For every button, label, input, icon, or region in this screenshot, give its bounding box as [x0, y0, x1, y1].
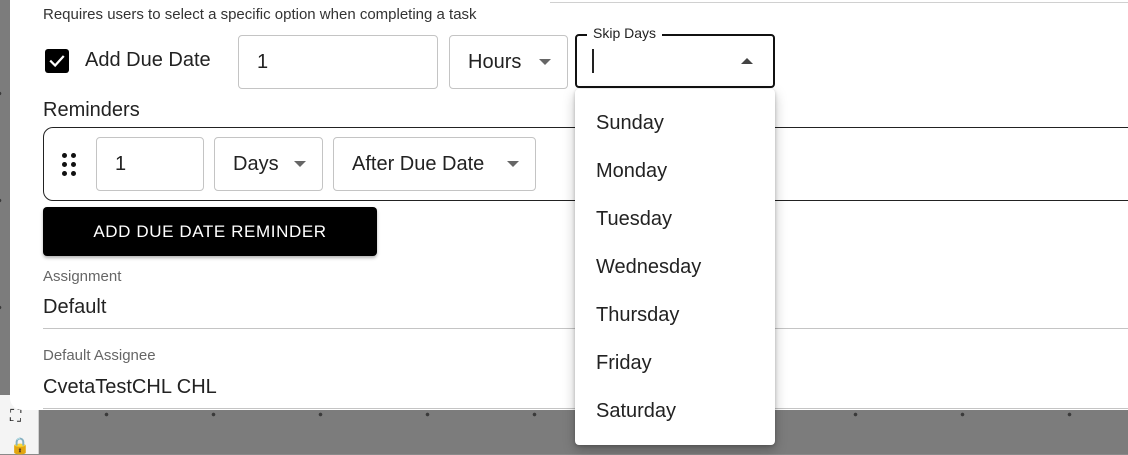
caret-down-icon — [294, 161, 306, 167]
due-date-amount-input[interactable]: 1 — [238, 35, 438, 89]
add-due-date-label[interactable]: Add Due Date — [85, 49, 211, 72]
reminders-label: Reminders — [43, 99, 140, 121]
caret-down-icon — [539, 59, 551, 65]
caret-down-icon — [507, 161, 519, 167]
skip-days-option-saturday[interactable]: Saturday — [575, 387, 775, 435]
field-description: Requires users to select a specific opti… — [43, 6, 477, 23]
skip-days-option-tuesday[interactable]: Tuesday — [575, 195, 775, 243]
skip-days-option-friday[interactable]: Friday — [575, 339, 775, 387]
lock-icon[interactable]: 🔒 — [10, 439, 30, 455]
task-settings-panel: Requires users to select a specific opti… — [10, 0, 1128, 410]
reminder-unit-select[interactable]: Days — [214, 137, 323, 191]
skip-days-option-thursday[interactable]: Thursday — [575, 291, 775, 339]
reminder-unit-value: Days — [233, 152, 279, 175]
reminder-relation-select[interactable]: After Due Date — [333, 137, 536, 191]
skip-days-option-wednesday[interactable]: Wednesday — [575, 243, 775, 291]
due-date-unit-select[interactable]: Hours — [449, 35, 568, 89]
caret-up-icon — [741, 58, 753, 64]
add-due-date-checkbox[interactable] — [45, 49, 69, 73]
fit-screen-icon[interactable]: ⛶ — [10, 409, 21, 425]
check-icon — [49, 55, 65, 68]
divider — [550, 2, 1128, 3]
skip-days-option-monday[interactable]: Monday — [575, 147, 775, 195]
reminder-amount-input[interactable]: 1 — [96, 137, 204, 191]
default-assignee-label: Default Assignee — [43, 347, 156, 364]
reminder-relation-value: After Due Date — [352, 152, 485, 175]
skip-days-label: Skip Days — [587, 25, 663, 41]
due-date-unit-value: Hours — [468, 50, 522, 73]
skip-days-select[interactable]: Skip Days — [575, 25, 775, 88]
drag-handle-icon[interactable] — [62, 153, 78, 177]
add-due-date-reminder-button[interactable]: ADD DUE DATE REMINDER — [43, 207, 377, 256]
assignment-label: Assignment — [43, 268, 122, 285]
text-cursor — [592, 49, 594, 73]
skip-days-dropdown-menu: Sunday Monday Tuesday Wednesday Thursday… — [575, 89, 775, 445]
due-date-amount-value: 1 — [257, 50, 269, 73]
skip-days-option-sunday[interactable]: Sunday — [575, 99, 775, 147]
default-assignee-select[interactable]: CvetaTestCHL CHL — [43, 376, 217, 399]
assignment-select[interactable]: Default — [43, 296, 106, 319]
reminder-amount-value: 1 — [115, 152, 127, 175]
